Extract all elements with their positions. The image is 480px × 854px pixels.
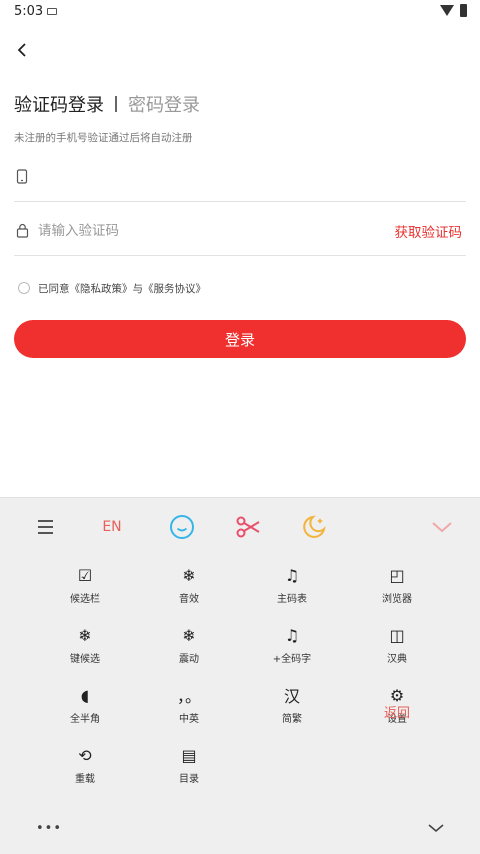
keyboard-key[interactable]: ◫ 汉典 bbox=[345, 620, 449, 678]
key-label: 中英 bbox=[179, 714, 199, 725]
chevron-left-icon bbox=[17, 43, 26, 57]
keyboard-bottom-bar: ••• bbox=[0, 806, 480, 854]
key-label: 简繁 bbox=[282, 714, 302, 725]
key-label: 汉典 bbox=[387, 654, 407, 665]
key-icon: 汉 bbox=[283, 687, 300, 706]
key-icon: ，。 bbox=[176, 687, 201, 706]
keyboard-key[interactable]: ◖ 全半角 bbox=[33, 680, 137, 738]
login-tabs: 验证码登录 密码登录 bbox=[14, 91, 200, 117]
key-label: 全半角 bbox=[70, 714, 100, 725]
phone-input[interactable] bbox=[38, 168, 338, 185]
code-input[interactable] bbox=[38, 222, 338, 239]
code-field: 获取验证码 bbox=[14, 206, 466, 256]
menu-icon[interactable] bbox=[32, 514, 58, 540]
key-icon: ♫ bbox=[284, 625, 300, 645]
keyboard-key[interactable]: ❄ 键候选 bbox=[33, 620, 137, 678]
status-time: 5:03 bbox=[14, 4, 44, 19]
keyboard-key[interactable]: ♫ 主码表 bbox=[240, 560, 344, 618]
input-method-panel: EN ☑ 候选栏 ❄ 音效 ♫ 主码表 ◰ 浏览器 ❄ 键候选 ❄ 震动 ♫ +全码字 ◫ 汉典 ◖ 全半角 ，。中… bbox=[0, 497, 480, 854]
key-label: 重载 bbox=[75, 774, 95, 785]
agreement-row: 已同意《隐私政策》与《服务协议》 bbox=[18, 280, 206, 296]
keyboard-key[interactable]: ⟲ 重载 bbox=[33, 740, 137, 798]
tab-sms-login[interactable]: 验证码登录 bbox=[14, 91, 104, 117]
key-label: 浏览器 bbox=[382, 594, 412, 605]
keyboard-key[interactable]: ♫ +全码字 bbox=[240, 620, 344, 678]
keyboard-key[interactable]: ❄ 震动 bbox=[137, 620, 241, 678]
key-icon: ⟲ bbox=[78, 745, 92, 765]
status-bar: 5:03 bbox=[0, 0, 480, 24]
emoji-icon[interactable] bbox=[169, 514, 195, 540]
key-label: 键候选 bbox=[70, 654, 100, 665]
key-label: 音效 bbox=[179, 594, 199, 605]
moon-icon[interactable] bbox=[301, 514, 327, 540]
key-label: 目录 bbox=[179, 774, 199, 785]
keyboard-function-grid: ☑ 候选栏 ❄ 音效 ♫ 主码表 ◰ 浏览器 ❄ 键候选 ❄ 震动 ♫ +全码字 ◫ 汉典 ◖ 全半角，。 中英汉简… bbox=[0, 556, 480, 806]
keyboard-key[interactable]: ❄ 音效 bbox=[137, 560, 241, 618]
en-toggle[interactable]: EN bbox=[99, 514, 125, 540]
hide-keyboard-icon[interactable] bbox=[426, 820, 446, 836]
key-label: +全码字 bbox=[272, 654, 312, 665]
lock-icon bbox=[15, 223, 29, 239]
keyboard-key[interactable]: ，。中英 bbox=[137, 680, 241, 738]
get-code-button[interactable]: 获取验证码 bbox=[395, 221, 463, 241]
key-label: 震动 bbox=[179, 654, 199, 665]
chevron-down-icon[interactable] bbox=[429, 514, 455, 540]
register-hint: 未注册的手机号验证通过后将自动注册 bbox=[14, 132, 193, 144]
key-icon: ❄ bbox=[182, 565, 196, 585]
scissors-icon[interactable] bbox=[235, 514, 261, 540]
key-icon: ◫ bbox=[389, 625, 405, 645]
key-icon: ◰ bbox=[389, 565, 405, 585]
keyboard-key[interactable]: ▤ 目录 bbox=[137, 740, 241, 798]
keyboard-key[interactable]: ◰ 浏览器 bbox=[345, 560, 449, 618]
notification-icon bbox=[47, 8, 57, 15]
key-icon: ☑ bbox=[77, 565, 93, 585]
keyboard-key[interactable]: 汉简繁 bbox=[240, 680, 344, 738]
wifi-icon bbox=[440, 5, 454, 16]
phone-field bbox=[14, 152, 466, 202]
agreement-checkbox[interactable] bbox=[18, 282, 30, 294]
battery-icon bbox=[460, 4, 467, 17]
key-icon: ❄ bbox=[78, 625, 92, 645]
tab-password-login[interactable]: 密码登录 bbox=[128, 91, 200, 117]
more-icon[interactable]: ••• bbox=[36, 821, 62, 836]
phone-icon bbox=[15, 169, 29, 185]
keyboard-key[interactable]: ☑ 候选栏 bbox=[33, 560, 137, 618]
return-button[interactable]: 返回 bbox=[368, 702, 426, 721]
key-icon: ❄ bbox=[182, 625, 196, 645]
key-label: 候选栏 bbox=[70, 594, 100, 605]
agreement-text[interactable]: 已同意《隐私政策》与《服务协议》 bbox=[38, 281, 206, 296]
keyboard-toolbar: EN bbox=[0, 498, 480, 556]
login-button[interactable]: 登录 bbox=[14, 320, 466, 358]
tab-divider bbox=[115, 96, 117, 112]
back-button[interactable] bbox=[10, 38, 34, 62]
key-label: 主码表 bbox=[277, 594, 307, 605]
key-icon: ♫ bbox=[284, 565, 300, 585]
key-icon: ▤ bbox=[181, 745, 197, 765]
key-icon: ◖ bbox=[80, 685, 90, 705]
